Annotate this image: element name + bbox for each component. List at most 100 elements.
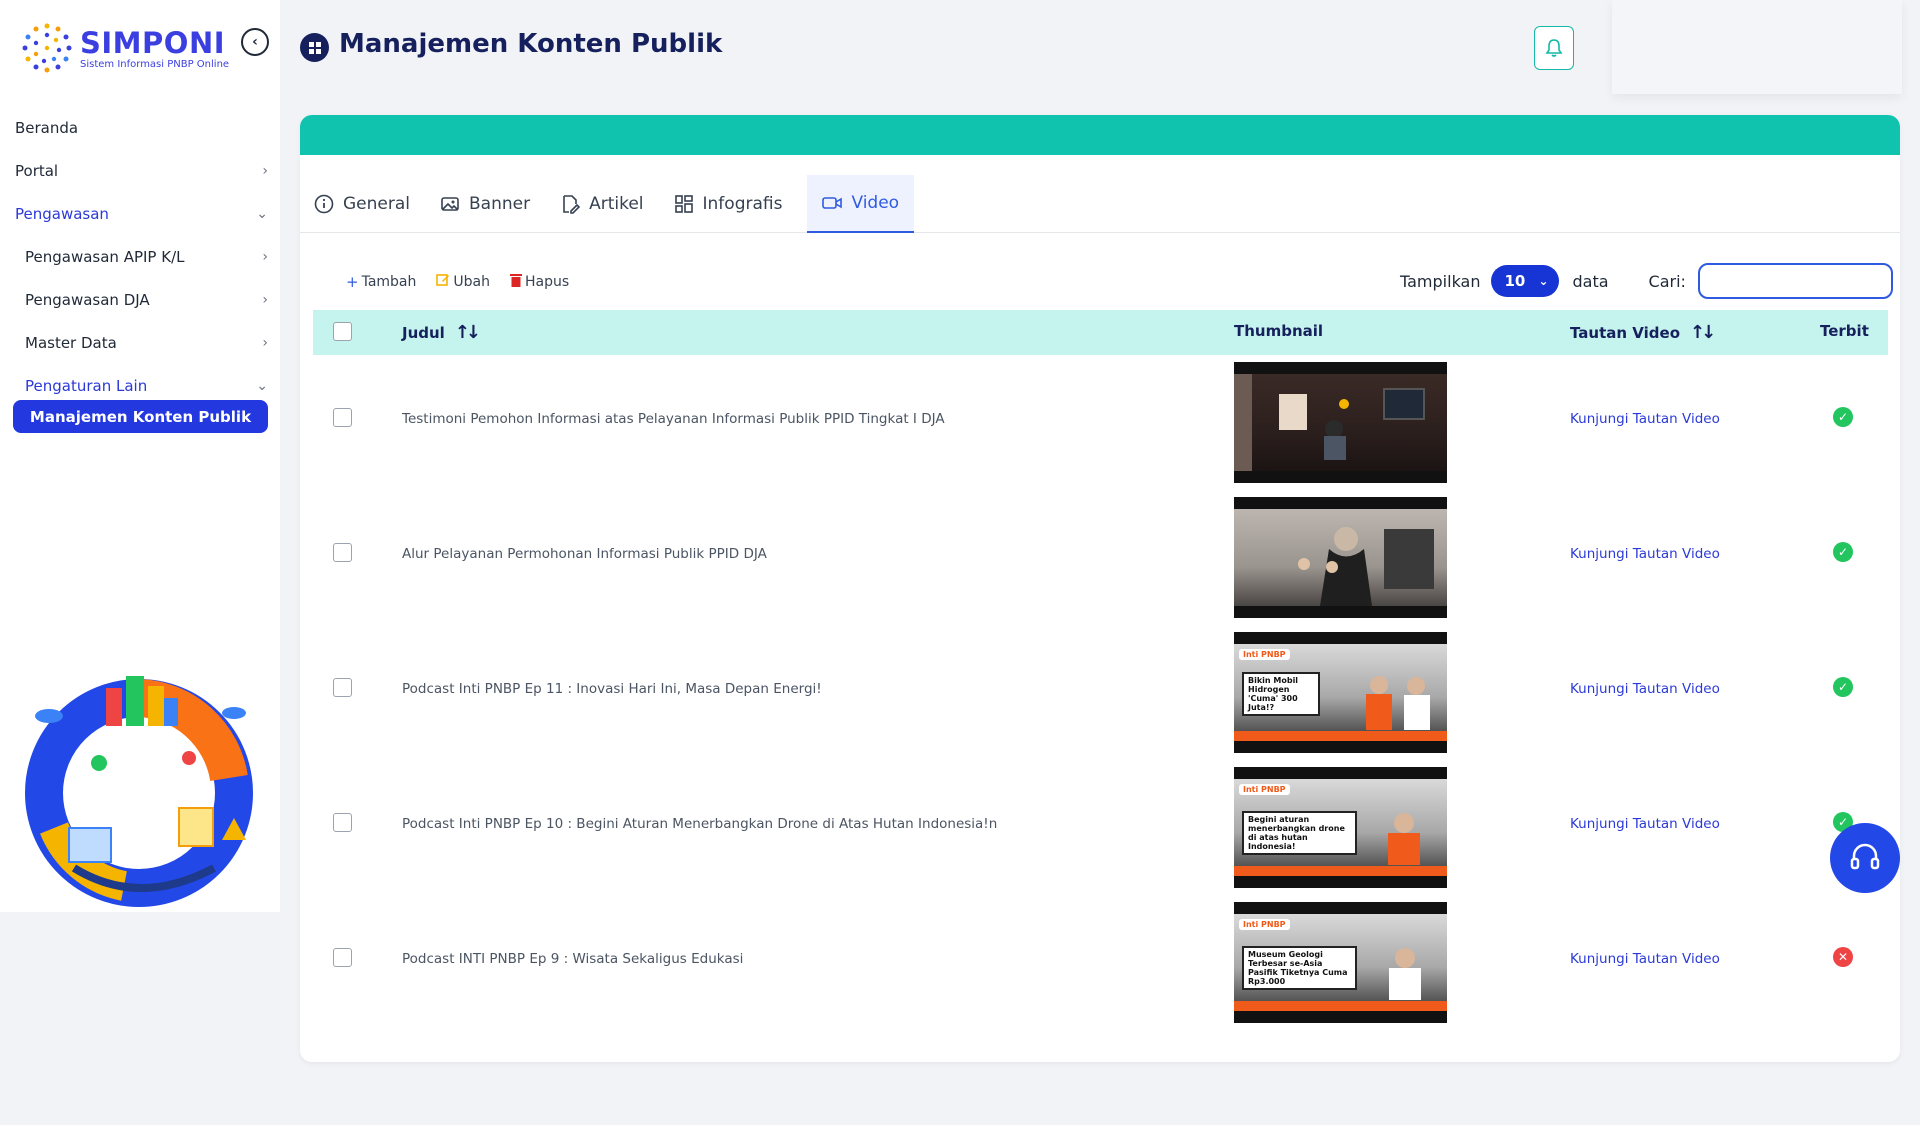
chevron-down-icon: ⌄ (1538, 274, 1549, 288)
sidebar-item-manajemen-konten-publik[interactable]: Manajemen Konten Publik (13, 400, 268, 433)
app-logo[interactable]: SIMPONI Sistem Informasi PNBP Online (18, 18, 229, 78)
column-header-tautan-video[interactable]: Tautan Video ↑↓ (1570, 322, 1716, 343)
sidebar-item-pengawasan-apip[interactable]: Pengawasan APIP K/L › (0, 235, 280, 278)
bell-icon (1545, 39, 1563, 57)
video-thumbnail[interactable]: Inti PNBP Begini aturan menerbangkan dro… (1234, 767, 1447, 888)
sidebar-item-label: Beranda (15, 118, 79, 137)
info-icon (313, 193, 335, 215)
tab-label: Artikel (589, 194, 644, 214)
tab-artikel[interactable]: Artikel (559, 175, 658, 233)
card-header-band (300, 115, 1900, 155)
sidebar-item-pengawasan[interactable]: Pengawasan ⌄ (0, 192, 280, 235)
row-checkbox[interactable] (333, 543, 352, 562)
video-link[interactable]: Kunjungi Tautan Video (1570, 816, 1720, 832)
table-controls: Tampilkan 10 ⌄ data Cari: (1400, 263, 1893, 299)
video-title: Podcast Inti PNBP Ep 10 : Begini Aturan … (402, 816, 998, 832)
sort-icon[interactable]: ↑↓ (455, 322, 481, 343)
search-input[interactable] (1697, 263, 1893, 299)
thumbnail-tag: Inti PNBP (1239, 919, 1290, 930)
row-checkbox[interactable] (333, 408, 352, 427)
chevron-right-icon: › (262, 248, 268, 265)
tab-infografis[interactable]: Infografis (673, 175, 798, 233)
chevron-right-icon: › (262, 291, 268, 308)
edit-icon (436, 273, 450, 291)
sidebar-item-master-data[interactable]: Master Data › (0, 321, 280, 364)
edit-file-icon (559, 193, 581, 215)
collapse-sidebar-button[interactable]: ‹ (241, 28, 269, 56)
video-icon (821, 192, 843, 214)
chevron-down-icon: ⌄ (256, 205, 268, 222)
add-button[interactable]: + Tambah (346, 273, 416, 291)
sidebar-item-portal[interactable]: Portal › (0, 149, 280, 192)
unpublished-x-icon: ✕ (1833, 947, 1853, 967)
video-link[interactable]: Kunjungi Tautan Video (1570, 951, 1720, 967)
chevron-right-icon: › (262, 334, 268, 351)
table-row: Alur Pelayanan Permohonan Informasi Publ… (313, 490, 1888, 625)
published-check-icon: ✓ (1833, 542, 1853, 562)
image-icon (439, 193, 461, 215)
sidebar-item-label: Master Data (25, 333, 117, 352)
page-length-select[interactable]: 10 ⌄ (1490, 265, 1559, 297)
tab-banner[interactable]: Banner (439, 175, 545, 233)
sidebar-item-label: Pengaturan Lain (25, 376, 148, 395)
delete-button[interactable]: Hapus (509, 273, 569, 291)
sidebar-item-label: Pengawasan (15, 204, 109, 223)
chevron-left-icon: ‹ (252, 34, 258, 50)
column-header-judul[interactable]: Judul ↑↓ (402, 322, 481, 343)
tab-label: Video (851, 193, 900, 213)
add-label: Tambah (361, 274, 417, 290)
video-thumbnail[interactable] (1234, 497, 1447, 618)
video-thumbnail[interactable] (1234, 362, 1447, 483)
grid-icon (300, 33, 329, 62)
thumbnail-caption: Begini aturan menerbangkan drone di atas… (1242, 811, 1357, 855)
grid-layout-icon (673, 193, 695, 215)
thumbnail-caption: Museum Geologi Terbesar se-Asia Pasifik … (1242, 946, 1357, 990)
sidebar-item-label: Pengawasan DJA (25, 290, 150, 309)
video-thumbnail[interactable]: Inti PNBP Museum Geologi Terbesar se-Asi… (1234, 902, 1447, 1023)
plus-icon: + (346, 273, 359, 291)
search-label: Cari: (1648, 271, 1686, 291)
video-title: Alur Pelayanan Permohonan Informasi Publ… (402, 546, 767, 562)
help-support-button[interactable] (1830, 823, 1900, 893)
video-link[interactable]: Kunjungi Tautan Video (1570, 546, 1720, 562)
content-card: General Banner Artikel Infografis Video … (300, 115, 1900, 1062)
tab-label: Banner (469, 194, 531, 214)
edit-button[interactable]: Ubah (436, 273, 490, 291)
logo-subtitle: Sistem Informasi PNBP Online (80, 58, 230, 70)
chevron-down-icon: ⌄ (256, 377, 268, 394)
published-check-icon: ✓ (1833, 677, 1853, 697)
sidebar-item-label: Pengawasan APIP K/L (25, 247, 185, 266)
table-row: Podcast Inti PNBP Ep 10 : Begini Aturan … (313, 760, 1888, 895)
video-link[interactable]: Kunjungi Tautan Video (1570, 411, 1720, 427)
logo-mark-icon (18, 18, 76, 78)
video-title: Podcast INTI PNBP Ep 9 : Wisata Sekaligu… (402, 951, 744, 967)
page-length-value: 10 (1504, 272, 1526, 290)
tab-video[interactable]: Video (807, 175, 915, 233)
headset-icon (1850, 843, 1880, 870)
length-label-after: data (1572, 271, 1609, 291)
published-check-icon: ✓ (1833, 407, 1853, 427)
sort-icon[interactable]: ↑↓ (1690, 322, 1716, 343)
thumbnail-tag: Inti PNBP (1239, 784, 1290, 795)
select-all-checkbox[interactable] (333, 322, 352, 341)
notification-button[interactable] (1534, 26, 1574, 70)
sidebar-item-pengawasan-dja[interactable]: Pengawasan DJA › (0, 278, 280, 321)
thumbnail-tag: Inti PNBP (1239, 649, 1290, 660)
video-link[interactable]: Kunjungi Tautan Video (1570, 681, 1720, 697)
video-thumbnail[interactable]: Inti PNBP Bikin Mobil Hidrogen 'Cuma' 30… (1234, 632, 1447, 753)
tab-label: Infografis (702, 194, 783, 214)
logo-title: SIMPONI (80, 25, 226, 60)
row-checkbox[interactable] (333, 678, 352, 697)
length-label-before: Tampilkan (1400, 271, 1481, 291)
table-toolbar: + Tambah Ubah Hapus (346, 273, 589, 291)
row-checkbox[interactable] (333, 948, 352, 967)
sidebar-item-beranda[interactable]: Beranda (0, 106, 280, 149)
row-checkbox[interactable] (333, 813, 352, 832)
table-header: Judul ↑↓ Thumbnail Tautan Video ↑↓ Terbi… (313, 310, 1888, 355)
tab-general[interactable]: General (313, 175, 425, 233)
edit-label: Ubah (453, 274, 490, 290)
column-header-terbit: Terbit (1820, 322, 1869, 340)
video-title: Podcast Inti PNBP Ep 11 : Inovasi Hari I… (402, 681, 822, 697)
user-profile-area[interactable] (1612, 0, 1902, 94)
table-row: Podcast INTI PNBP Ep 9 : Wisata Sekaligu… (313, 895, 1888, 1030)
